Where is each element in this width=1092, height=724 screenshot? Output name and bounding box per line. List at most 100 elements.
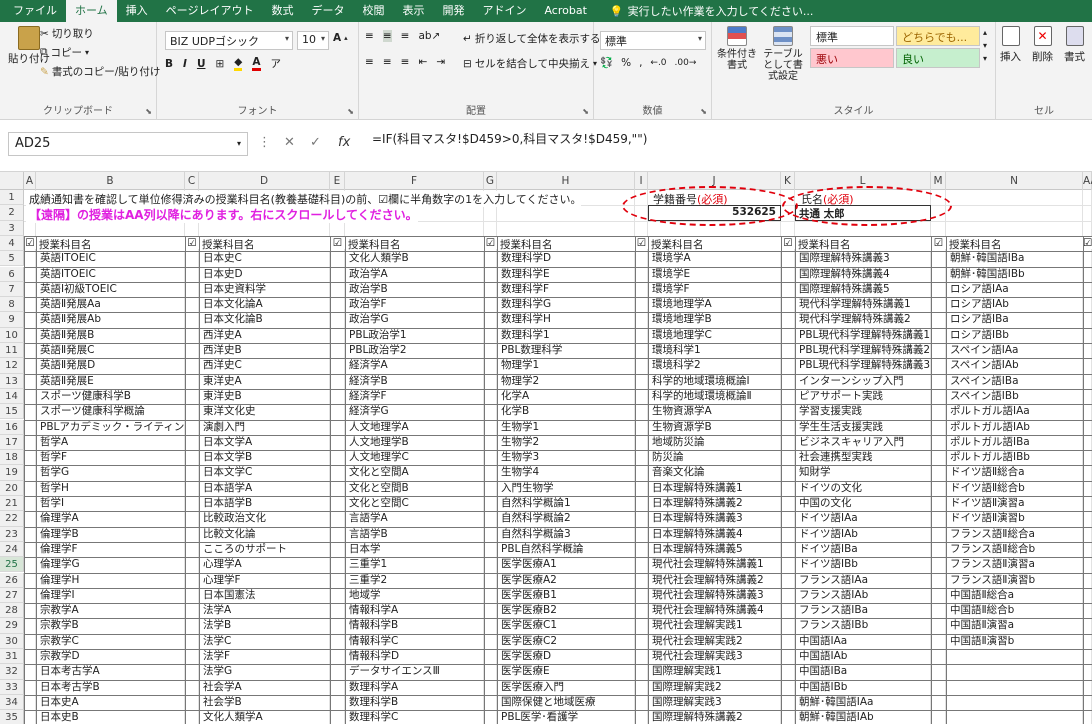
checkbox-cell[interactable] bbox=[782, 435, 794, 450]
checkbox-cell[interactable] bbox=[485, 374, 496, 388]
checkbox-cell[interactable] bbox=[636, 481, 647, 495]
checkbox-cell[interactable] bbox=[932, 619, 945, 633]
font-name-select[interactable]: BIZ UDPゴシック ▾ bbox=[165, 31, 293, 50]
checkbox-cell[interactable] bbox=[932, 389, 945, 404]
font-color-icon[interactable]: A bbox=[252, 56, 261, 71]
cancel-icon[interactable]: ✕ bbox=[284, 135, 295, 150]
checkbox-cell[interactable] bbox=[25, 435, 35, 450]
align-left-icon[interactable]: ≡ bbox=[365, 56, 374, 68]
checkbox-cell[interactable] bbox=[186, 359, 198, 373]
checkbox-cell[interactable] bbox=[782, 558, 794, 572]
tab-6[interactable]: 校閲 bbox=[353, 0, 393, 22]
checkbox-cell[interactable] bbox=[331, 328, 344, 342]
row-header-30[interactable]: 30 bbox=[0, 633, 24, 649]
increase-decimal-icon[interactable]: ←.0 bbox=[650, 58, 666, 68]
checkbox-cell[interactable] bbox=[485, 481, 496, 495]
tab-8[interactable]: 開発 bbox=[433, 0, 473, 22]
checkbox-cell[interactable] bbox=[636, 527, 647, 541]
checkbox-cell[interactable] bbox=[25, 359, 35, 373]
checkbox-cell[interactable] bbox=[782, 497, 794, 511]
checkbox-cell[interactable] bbox=[932, 466, 945, 480]
checkbox-cell[interactable] bbox=[186, 634, 198, 648]
enter-icon[interactable]: ✓ bbox=[310, 135, 321, 150]
checkbox-cell[interactable] bbox=[186, 619, 198, 633]
checkbox-cell[interactable] bbox=[485, 267, 496, 281]
checkbox-cell[interactable] bbox=[331, 542, 344, 557]
checkbox-cell[interactable] bbox=[186, 313, 198, 327]
indent-increase-icon[interactable]: ⇥ bbox=[436, 56, 445, 68]
checkbox-cell[interactable] bbox=[636, 389, 647, 404]
checkbox-cell[interactable] bbox=[932, 512, 945, 526]
checkbox-cell[interactable] bbox=[932, 359, 945, 373]
checkbox-cell[interactable] bbox=[331, 634, 344, 648]
checkbox-cell[interactable] bbox=[186, 558, 198, 572]
checkbox-cell[interactable] bbox=[636, 711, 647, 724]
tab-9[interactable]: アドイン bbox=[473, 0, 535, 22]
checkbox-cell[interactable] bbox=[331, 466, 344, 480]
checkbox-cell[interactable] bbox=[932, 328, 945, 342]
row-header-13[interactable]: 13 bbox=[0, 373, 24, 389]
checkbox-cell[interactable] bbox=[782, 588, 794, 603]
checkbox-cell[interactable] bbox=[186, 542, 198, 557]
checkbox-cell[interactable] bbox=[932, 267, 945, 281]
checkbox-cell[interactable] bbox=[25, 420, 35, 434]
checkbox-cell[interactable] bbox=[485, 527, 496, 541]
checkbox-cell[interactable] bbox=[485, 405, 496, 419]
checkbox-cell[interactable] bbox=[25, 451, 35, 465]
checkbox-cell[interactable] bbox=[25, 650, 35, 664]
insert-function-icon[interactable]: fx bbox=[338, 135, 350, 150]
checkbox-cell[interactable] bbox=[331, 344, 344, 358]
tab-5[interactable]: データ bbox=[302, 0, 353, 22]
checkbox-cell[interactable] bbox=[782, 359, 794, 373]
style-good[interactable]: 良い bbox=[896, 48, 980, 68]
checkbox-cell[interactable] bbox=[25, 497, 35, 511]
column-header-H[interactable]: H bbox=[497, 172, 635, 190]
checkbox-cell[interactable] bbox=[331, 512, 344, 526]
tab-7[interactable]: 表示 bbox=[393, 0, 433, 22]
checkbox-cell[interactable] bbox=[25, 665, 35, 679]
checkbox-cell[interactable] bbox=[331, 665, 344, 679]
checkbox-cell[interactable] bbox=[331, 451, 344, 465]
checkbox-cell[interactable] bbox=[25, 298, 35, 312]
checkbox-cell[interactable] bbox=[186, 466, 198, 480]
checkbox-cell[interactable] bbox=[186, 711, 198, 724]
checkbox-cell[interactable] bbox=[331, 711, 344, 724]
checkbox-cell[interactable] bbox=[636, 665, 647, 679]
checkbox-cell[interactable] bbox=[485, 512, 496, 526]
checkbox-cell[interactable] bbox=[25, 634, 35, 648]
checkbox-cell[interactable] bbox=[782, 619, 794, 633]
column-header-AA[interactable]: AA bbox=[1083, 172, 1092, 190]
row-header-29[interactable]: 29 bbox=[0, 618, 24, 634]
cut-button[interactable]: ✂ 切り取り bbox=[40, 26, 94, 41]
row-header-8[interactable]: 8 bbox=[0, 297, 24, 313]
row-header-3[interactable]: 3 bbox=[0, 220, 24, 236]
checkbox-cell[interactable] bbox=[932, 680, 945, 694]
checkbox-cell[interactable] bbox=[186, 344, 198, 358]
checkbox-cell[interactable] bbox=[186, 252, 198, 266]
styles-scroll[interactable]: ▴ ▾ ▾ bbox=[983, 28, 987, 63]
checkbox-cell[interactable] bbox=[932, 298, 945, 312]
checkbox-cell[interactable] bbox=[485, 634, 496, 648]
checkbox-cell[interactable] bbox=[932, 252, 945, 266]
column-header-E[interactable]: E bbox=[330, 172, 345, 190]
percent-button[interactable]: % bbox=[621, 57, 631, 69]
row-header-7[interactable]: 7 bbox=[0, 281, 24, 298]
column-header-G[interactable]: G bbox=[484, 172, 497, 190]
checkbox-cell[interactable] bbox=[636, 374, 647, 388]
checkbox-cell[interactable] bbox=[186, 420, 198, 434]
checkbox-cell[interactable] bbox=[186, 282, 198, 297]
checkbox-cell[interactable] bbox=[331, 282, 344, 297]
checkbox-cell[interactable] bbox=[782, 344, 794, 358]
checkbox-cell[interactable] bbox=[331, 405, 344, 419]
row-header-26[interactable]: 26 bbox=[0, 572, 24, 588]
checkbox-cell[interactable] bbox=[25, 313, 35, 327]
checkbox-cell[interactable] bbox=[25, 466, 35, 480]
checkbox-cell[interactable] bbox=[25, 374, 35, 388]
checkbox-cell[interactable] bbox=[25, 680, 35, 694]
checkbox-cell[interactable] bbox=[636, 588, 647, 603]
column-header-A[interactable]: A bbox=[24, 172, 36, 190]
checkbox-cell[interactable] bbox=[186, 481, 198, 495]
row-header-19[interactable]: 19 bbox=[0, 465, 24, 481]
checkbox-cell[interactable] bbox=[636, 512, 647, 526]
checkbox-cell[interactable] bbox=[932, 374, 945, 388]
